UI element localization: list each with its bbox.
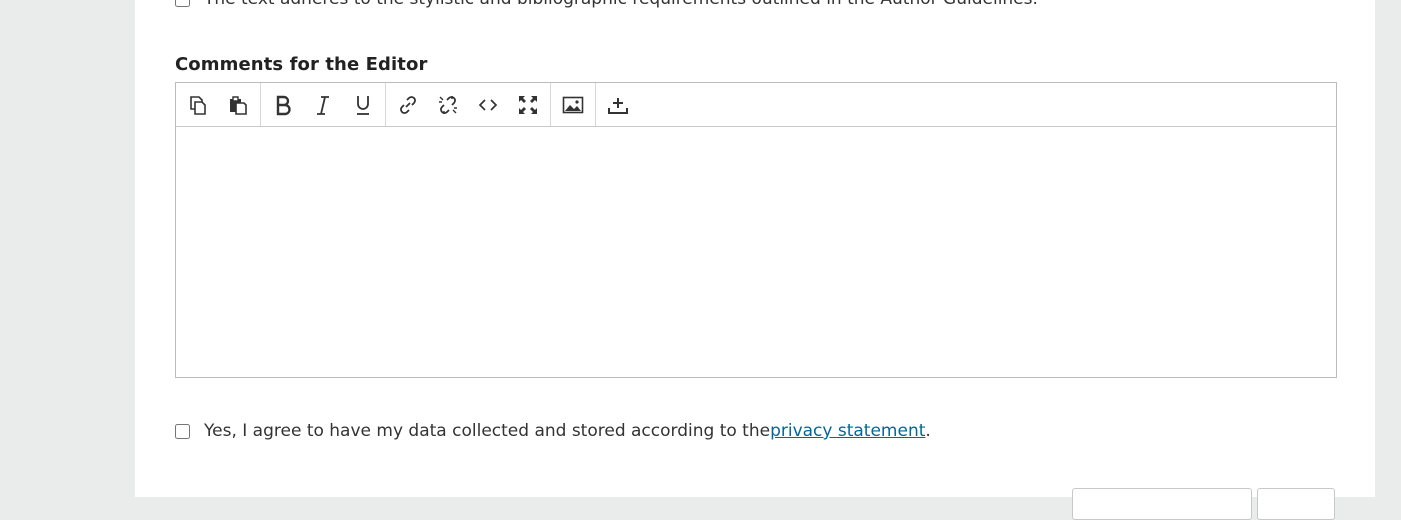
toolbar-group-format xyxy=(261,83,386,126)
paste-button[interactable] xyxy=(218,85,258,125)
bold-icon xyxy=(276,95,291,115)
paste-icon xyxy=(230,95,247,115)
fullscreen-button[interactable] xyxy=(508,85,548,125)
privacy-text-after: . xyxy=(925,421,931,441)
comments-text-area[interactable] xyxy=(176,127,1336,377)
unlink-icon xyxy=(439,95,457,114)
toolbar-group-insert xyxy=(386,83,551,126)
underline-icon xyxy=(357,95,369,115)
upload-button[interactable] xyxy=(598,85,638,125)
link-icon xyxy=(400,95,416,114)
italic-button[interactable] xyxy=(303,85,343,125)
italic-icon xyxy=(317,95,329,115)
checklist-item-label: The text adheres to the stylistic and bi… xyxy=(204,0,1038,9)
image-icon xyxy=(562,96,584,113)
privacy-consent-checkbox[interactable] xyxy=(175,423,190,439)
comments-editor xyxy=(175,82,1337,378)
comments-label: Comments for the Editor xyxy=(175,54,428,75)
code-button[interactable] xyxy=(468,85,508,125)
submission-form-panel: The text adheres to the stylistic and bi… xyxy=(135,0,1375,520)
submit-button[interactable] xyxy=(1257,488,1335,520)
privacy-consent[interactable]: Yes, I agree to have my data collected a… xyxy=(175,421,931,441)
underline-button[interactable] xyxy=(343,85,383,125)
checklist-item: The text adheres to the stylistic and bi… xyxy=(175,0,1038,10)
link-button[interactable] xyxy=(388,85,428,125)
save-for-later-button[interactable] xyxy=(1072,488,1252,520)
fullscreen-icon xyxy=(519,95,537,114)
unlink-button[interactable] xyxy=(428,85,468,125)
copy-button[interactable] xyxy=(178,85,218,125)
bold-button[interactable] xyxy=(263,85,303,125)
checklist-checkbox[interactable] xyxy=(175,0,190,7)
upload-icon xyxy=(608,97,628,114)
toolbar-group-upload xyxy=(596,83,640,126)
image-button[interactable] xyxy=(553,85,593,125)
editor-toolbar xyxy=(176,83,1336,127)
copy-icon xyxy=(190,95,206,115)
privacy-text-before: Yes, I agree to have my data collected a… xyxy=(204,421,771,441)
code-icon xyxy=(478,98,498,111)
privacy-statement-link[interactable]: privacy statement xyxy=(770,421,925,441)
toolbar-group-clipboard xyxy=(176,83,261,126)
toolbar-group-media xyxy=(551,83,596,126)
